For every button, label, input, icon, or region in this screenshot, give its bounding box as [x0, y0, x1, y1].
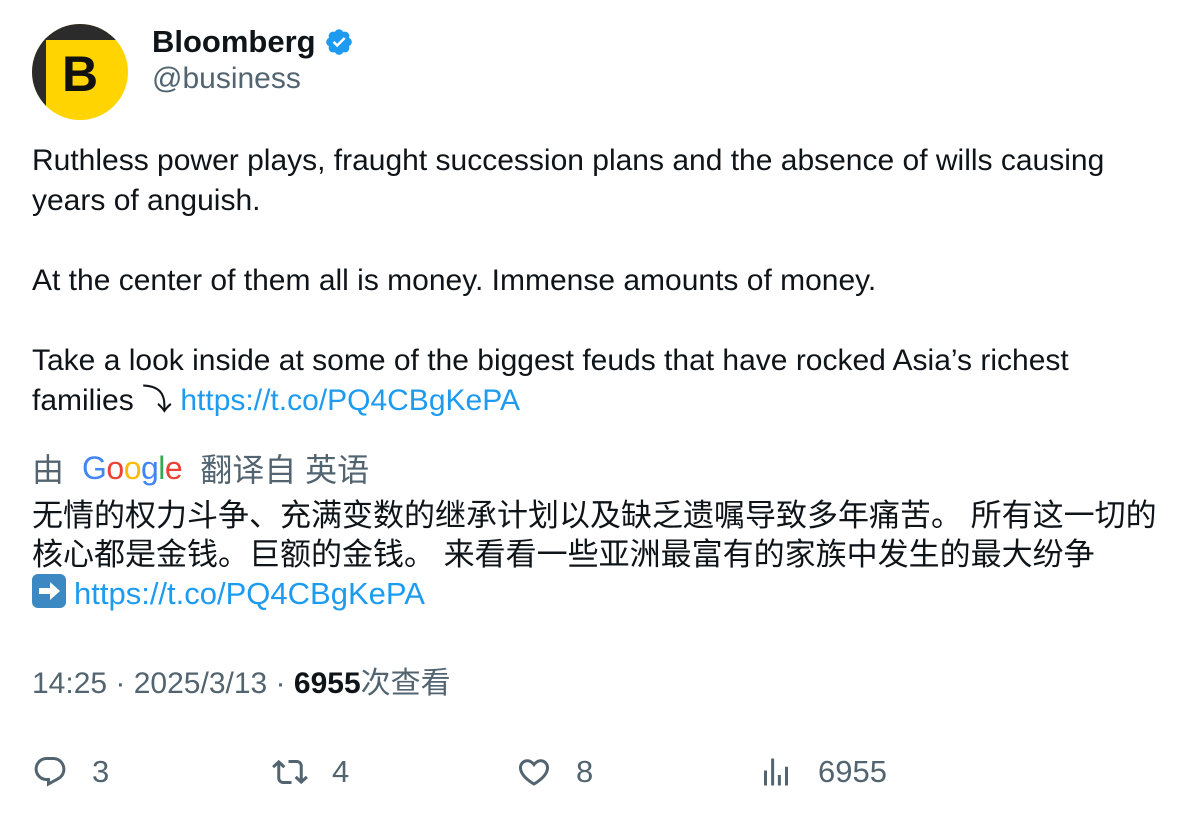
translation-attribution: 由 Google 翻译自 英语 — [32, 446, 369, 490]
tweet-meta: 14:25 · 2025/3/13 · 6955次查看 — [32, 664, 451, 704]
author-display-name[interactable]: Bloomberg — [152, 24, 316, 60]
tweet-paragraph-2: At the center of them all is money. Imme… — [32, 264, 877, 297]
retweet-count: 4 — [332, 754, 350, 789]
tweet-paragraph-3-wrap: Take a look inside at some of the bigges… — [32, 341, 1172, 421]
meta-separator: · — [267, 667, 294, 700]
reply-icon — [34, 757, 66, 787]
translated-link[interactable]: https://t.co/PQ4CBgKePA — [74, 576, 425, 611]
retweet-icon — [272, 759, 308, 785]
tweet-paragraph-1: Ruthless power plays, fraught succession… — [32, 144, 1105, 217]
tweet-body: Ruthless power plays, fraught succession… — [32, 141, 1172, 421]
retweet-button[interactable]: 4 — [272, 752, 349, 792]
views-button[interactable]: 6955 — [758, 752, 887, 792]
views-action-count: 6955 — [818, 754, 887, 789]
author-handle[interactable]: @business — [152, 62, 301, 96]
translation-prefix: 由 — [32, 452, 65, 488]
translated-body: 无情的权力斗争、充满变数的继承计划以及缺乏遗嘱导致多年痛苦。 所有这一切的核心都… — [32, 496, 1172, 613]
meta-separator: · — [107, 667, 134, 700]
right-arrow-emoji-icon — [32, 574, 66, 608]
like-count: 8 — [576, 754, 594, 789]
heart-icon — [518, 759, 550, 786]
reply-count: 3 — [92, 754, 110, 789]
tweet-link[interactable]: https://t.co/PQ4CBgKePA — [180, 384, 520, 417]
google-logo: Google — [82, 449, 183, 486]
reply-button[interactable]: 3 — [32, 752, 109, 792]
avatar-letter: B — [61, 46, 99, 102]
tweet-date[interactable]: 2025/3/13 — [134, 667, 267, 700]
verified-badge-icon[interactable] — [324, 27, 354, 57]
author-name-row: Bloomberg — [152, 22, 354, 62]
views-count: 6955 — [293, 667, 361, 700]
avatar[interactable]: B — [32, 24, 128, 120]
translation-suffix[interactable]: 翻译自 英语 — [200, 445, 369, 491]
translated-text: 无情的权力斗争、充满变数的继承计划以及缺乏遗嘱导致多年痛苦。 所有这一切的核心都… — [32, 498, 1157, 572]
like-button[interactable]: 8 — [516, 752, 593, 792]
bar-chart-icon — [764, 758, 788, 786]
tweet-time[interactable]: 14:25 — [32, 667, 107, 700]
action-bar: 3 4 8 6955 — [32, 752, 1172, 792]
views-label: 次查看 — [360, 667, 451, 700]
